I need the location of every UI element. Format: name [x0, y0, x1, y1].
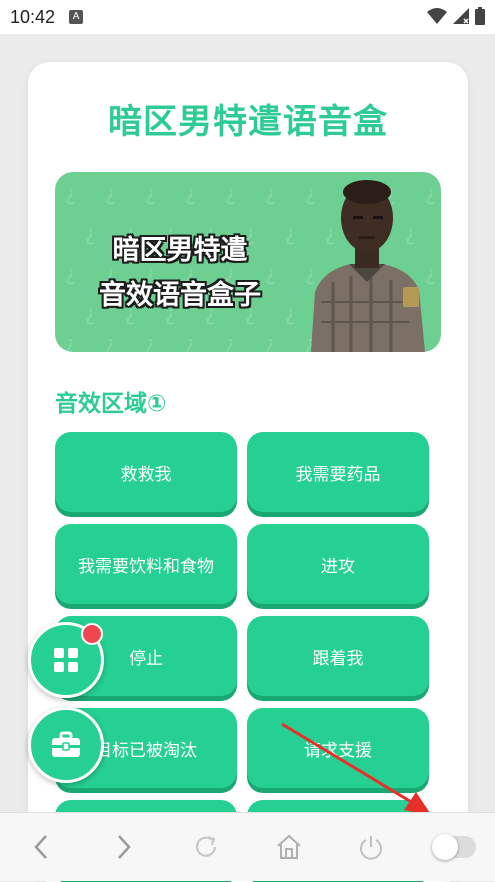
- toolbox-icon: [52, 731, 80, 757]
- apps-grid-icon: [54, 648, 78, 672]
- forward-button[interactable]: [94, 827, 154, 867]
- svg-text:¿: ¿: [225, 181, 236, 205]
- svg-text:¿: ¿: [145, 181, 156, 205]
- sound-button-help-me[interactable]: 救救我: [55, 432, 237, 512]
- refresh-icon: [196, 835, 217, 857]
- sound-button-attack[interactable]: 进攻: [247, 524, 429, 604]
- power-button[interactable]: [341, 827, 401, 867]
- home-icon: [277, 834, 301, 859]
- notification-badge: [81, 623, 103, 645]
- svg-text:¿: ¿: [145, 331, 156, 352]
- back-icon: [34, 835, 48, 859]
- status-bar: 10:42 A: [0, 0, 495, 34]
- section-title: 音效区域①: [55, 391, 167, 417]
- svg-text:¿: ¿: [265, 181, 276, 205]
- status-icons: [427, 7, 485, 25]
- toggle-track: [431, 834, 476, 860]
- sound-button-need-food[interactable]: 我需要饮料和食物: [55, 524, 237, 604]
- wifi-icon: [427, 8, 447, 24]
- refresh-button[interactable]: [176, 827, 236, 867]
- signal-icon: [453, 8, 469, 24]
- battery-icon: [475, 7, 485, 25]
- back-button[interactable]: [11, 827, 71, 867]
- svg-text:¿: ¿: [185, 331, 196, 352]
- power-icon: [360, 836, 383, 860]
- banner[interactable]: ¿ ¿ ¿ ¿ ¿ ¿ ¿ ¿ ¿ ¿ ¿ ¿ ¿ ¿ ¿ ¿ ¿ ¿ ¿ ¿ ¿ ¿ ¿ ¿ ¿ ¿ ¿ ¿ ¿ ¿ ¿ ¿ ¿ ¿ ¿ ¿ ¿…: [55, 172, 441, 352]
- svg-text:¿: ¿: [65, 181, 76, 205]
- sound-button-need-medicine[interactable]: 我需要药品: [247, 432, 429, 512]
- bottom-nav: [0, 812, 495, 881]
- sound-button-request-support[interactable]: 请求支援: [247, 708, 429, 788]
- toggle-switch[interactable]: [424, 827, 484, 867]
- banner-line-1: 暗区男特遣: [112, 235, 248, 266]
- forward-icon: [117, 835, 131, 859]
- a-letter-icon: A: [69, 10, 84, 24]
- svg-text:¿: ¿: [65, 331, 76, 352]
- banner-line-2: 音效语音盒子: [99, 280, 261, 311]
- toggle-knob: [431, 834, 458, 860]
- apps-fab[interactable]: [28, 622, 104, 698]
- sound-button-follow-me[interactable]: 跟着我: [247, 616, 429, 696]
- home-button[interactable]: [259, 827, 319, 867]
- svg-text:¿: ¿: [105, 331, 116, 352]
- soldier-portrait: [311, 180, 425, 352]
- svg-text:¿: ¿: [265, 331, 276, 352]
- toolbox-fab[interactable]: [28, 707, 104, 783]
- app-title: 暗区男特遣语音盒: [108, 102, 388, 142]
- svg-text:¿: ¿: [105, 181, 116, 205]
- status-time: 10:42: [10, 6, 56, 27]
- svg-text:¿: ¿: [225, 331, 236, 352]
- svg-text:¿: ¿: [185, 181, 196, 205]
